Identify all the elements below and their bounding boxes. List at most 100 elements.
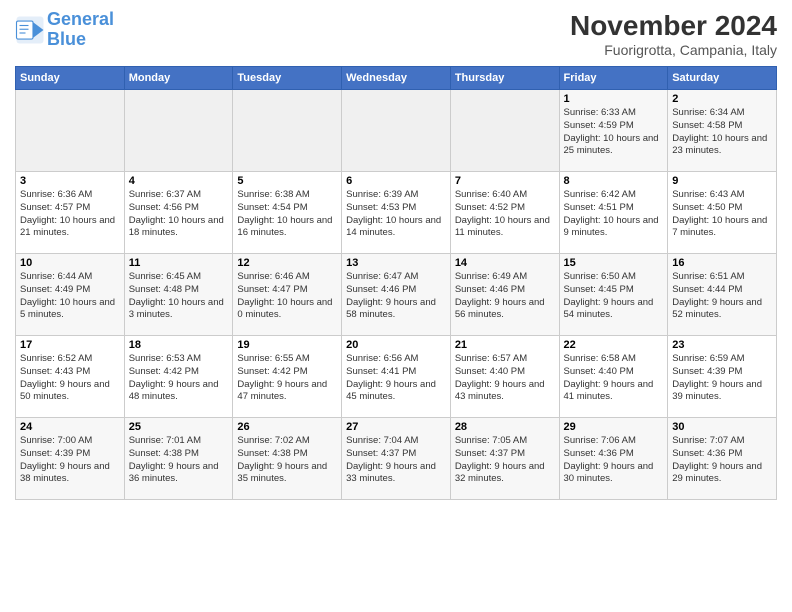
header-wednesday: Wednesday	[342, 67, 451, 90]
day-info: Sunrise: 6:36 AM Sunset: 4:57 PM Dayligh…	[20, 189, 120, 240]
day-number: 8	[564, 175, 664, 187]
day-number: 18	[129, 339, 229, 351]
day-number: 2	[672, 93, 772, 105]
calendar-cell: 13 Sunrise: 6:47 AM Sunset: 4:46 PM Dayli…	[342, 254, 451, 336]
day-number: 20	[346, 339, 446, 351]
calendar-cell	[124, 90, 233, 172]
day-info: Sunrise: 6:58 AM Sunset: 4:40 PM Dayligh…	[564, 353, 664, 404]
day-number: 22	[564, 339, 664, 351]
day-info: Sunrise: 6:50 AM Sunset: 4:45 PM Dayligh…	[564, 271, 664, 322]
calendar-cell: 11Sunrise: 6:45 AM Sunset: 4:48 PM Dayli…	[124, 254, 233, 336]
day-info: Sunrise: 6:38 AM Sunset: 4:54 PM Dayligh…	[237, 189, 337, 240]
calendar-row-1: 1 Sunrise: 6:33 AM Sunset: 4:59 PM Daylig…	[16, 90, 777, 172]
header-thursday: Thursday	[450, 67, 559, 90]
calendar-row-5: 24Sunrise: 7:00 AM Sunset: 4:39 PM Dayli…	[16, 418, 777, 500]
day-info: Sunrise: 6:59 AM Sunset: 4:39 PM Dayligh…	[672, 353, 772, 404]
day-info: Sunrise: 6:34 AM Sunset: 4:58 PM Dayligh…	[672, 107, 772, 158]
day-info: Sunrise: 6:43 AM Sunset: 4:50 PM Dayligh…	[672, 189, 772, 240]
calendar-row-3: 10 Sunrise: 6:44 AM Sunset: 4:49 PM Dayli…	[16, 254, 777, 336]
calendar-cell: 22 Sunrise: 6:58 AM Sunset: 4:40 PM Dayli…	[559, 336, 668, 418]
day-info: Sunrise: 6:46 AM Sunset: 4:47 PM Dayligh…	[237, 271, 337, 322]
calendar-table: Sunday Monday Tuesday Wednesday Thursday…	[15, 66, 777, 500]
calendar-cell: 21 Sunrise: 6:57 AM Sunset: 4:40 PM Dayli…	[450, 336, 559, 418]
header-sunday: Sunday	[16, 67, 125, 90]
day-info: Sunrise: 6:53 AM Sunset: 4:42 PM Dayligh…	[129, 353, 229, 404]
day-number: 14	[455, 257, 555, 269]
calendar-cell	[16, 90, 125, 172]
calendar-cell	[342, 90, 451, 172]
day-number: 4	[129, 175, 229, 187]
main-title: November 2024	[570, 10, 777, 42]
calendar-cell: 10 Sunrise: 6:44 AM Sunset: 4:49 PM Dayli…	[16, 254, 125, 336]
day-info: Sunrise: 6:39 AM Sunset: 4:53 PM Dayligh…	[346, 189, 446, 240]
calendar-cell: 7Sunrise: 6:40 AM Sunset: 4:52 PM Daylig…	[450, 172, 559, 254]
day-info: Sunrise: 7:04 AM Sunset: 4:37 PM Dayligh…	[346, 435, 446, 486]
calendar-cell: 12Sunrise: 6:46 AM Sunset: 4:47 PM Dayli…	[233, 254, 342, 336]
calendar-cell: 23 Sunrise: 6:59 AM Sunset: 4:39 PM Dayli…	[668, 336, 777, 418]
day-info: Sunrise: 6:33 AM Sunset: 4:59 PM Dayligh…	[564, 107, 664, 158]
logo-text: General Blue	[47, 10, 114, 50]
header-friday: Friday	[559, 67, 668, 90]
calendar-cell: 30 Sunrise: 7:07 AM Sunset: 4:36 PM Dayli…	[668, 418, 777, 500]
day-number: 17	[20, 339, 120, 351]
page: General Blue November 2024 Fuorigrotta, …	[0, 0, 792, 612]
day-info: Sunrise: 7:02 AM Sunset: 4:38 PM Dayligh…	[237, 435, 337, 486]
calendar-row-2: 3 Sunrise: 6:36 AM Sunset: 4:57 PM Daylig…	[16, 172, 777, 254]
day-info: Sunrise: 6:57 AM Sunset: 4:40 PM Dayligh…	[455, 353, 555, 404]
day-number: 10	[20, 257, 120, 269]
day-number: 15	[564, 257, 664, 269]
calendar-cell: 25Sunrise: 7:01 AM Sunset: 4:38 PM Dayli…	[124, 418, 233, 500]
calendar-cell: 16 Sunrise: 6:51 AM Sunset: 4:44 PM Dayli…	[668, 254, 777, 336]
day-number: 26	[237, 421, 337, 433]
calendar-cell: 14 Sunrise: 6:49 AM Sunset: 4:46 PM Dayli…	[450, 254, 559, 336]
calendar-cell: 8 Sunrise: 6:42 AM Sunset: 4:51 PM Daylig…	[559, 172, 668, 254]
day-info: Sunrise: 6:51 AM Sunset: 4:44 PM Dayligh…	[672, 271, 772, 322]
logo: General Blue	[15, 10, 114, 50]
title-area: November 2024 Fuorigrotta, Campania, Ita…	[570, 10, 777, 58]
calendar-cell: 29 Sunrise: 7:06 AM Sunset: 4:36 PM Dayli…	[559, 418, 668, 500]
calendar-header-row: Sunday Monday Tuesday Wednesday Thursday…	[16, 67, 777, 90]
calendar-row-4: 17Sunrise: 6:52 AM Sunset: 4:43 PM Dayli…	[16, 336, 777, 418]
day-info: Sunrise: 7:05 AM Sunset: 4:37 PM Dayligh…	[455, 435, 555, 486]
day-number: 3	[20, 175, 120, 187]
day-number: 29	[564, 421, 664, 433]
day-info: Sunrise: 7:00 AM Sunset: 4:39 PM Dayligh…	[20, 435, 120, 486]
calendar-cell: 2 Sunrise: 6:34 AM Sunset: 4:58 PM Daylig…	[668, 90, 777, 172]
calendar-cell: 1 Sunrise: 6:33 AM Sunset: 4:59 PM Daylig…	[559, 90, 668, 172]
calendar-cell: 4 Sunrise: 6:37 AM Sunset: 4:56 PM Daylig…	[124, 172, 233, 254]
calendar-cell: 27Sunrise: 7:04 AM Sunset: 4:37 PM Dayli…	[342, 418, 451, 500]
day-number: 23	[672, 339, 772, 351]
day-number: 9	[672, 175, 772, 187]
calendar-cell: 6Sunrise: 6:39 AM Sunset: 4:53 PM Daylig…	[342, 172, 451, 254]
day-info: Sunrise: 6:44 AM Sunset: 4:49 PM Dayligh…	[20, 271, 120, 322]
day-number: 13	[346, 257, 446, 269]
day-number: 21	[455, 339, 555, 351]
calendar-cell	[233, 90, 342, 172]
calendar-cell	[450, 90, 559, 172]
day-info: Sunrise: 6:37 AM Sunset: 4:56 PM Dayligh…	[129, 189, 229, 240]
calendar-cell: 18 Sunrise: 6:53 AM Sunset: 4:42 PM Dayli…	[124, 336, 233, 418]
day-number: 11	[129, 257, 229, 269]
calendar-cell: 9 Sunrise: 6:43 AM Sunset: 4:50 PM Daylig…	[668, 172, 777, 254]
day-info: Sunrise: 6:47 AM Sunset: 4:46 PM Dayligh…	[346, 271, 446, 322]
calendar-cell: 24Sunrise: 7:00 AM Sunset: 4:39 PM Dayli…	[16, 418, 125, 500]
day-info: Sunrise: 7:07 AM Sunset: 4:36 PM Dayligh…	[672, 435, 772, 486]
day-number: 1	[564, 93, 664, 105]
calendar-cell: 28Sunrise: 7:05 AM Sunset: 4:37 PM Dayli…	[450, 418, 559, 500]
calendar-cell: 15 Sunrise: 6:50 AM Sunset: 4:45 PM Dayli…	[559, 254, 668, 336]
calendar-cell: 19Sunrise: 6:55 AM Sunset: 4:42 PM Dayli…	[233, 336, 342, 418]
calendar-cell: 20Sunrise: 6:56 AM Sunset: 4:41 PM Dayli…	[342, 336, 451, 418]
day-number: 5	[237, 175, 337, 187]
day-info: Sunrise: 6:49 AM Sunset: 4:46 PM Dayligh…	[455, 271, 555, 322]
day-info: Sunrise: 6:42 AM Sunset: 4:51 PM Dayligh…	[564, 189, 664, 240]
day-number: 7	[455, 175, 555, 187]
logo-line1: General	[47, 9, 114, 29]
header-monday: Monday	[124, 67, 233, 90]
day-number: 30	[672, 421, 772, 433]
day-number: 25	[129, 421, 229, 433]
header: General Blue November 2024 Fuorigrotta, …	[15, 10, 777, 58]
day-number: 19	[237, 339, 337, 351]
day-info: Sunrise: 7:06 AM Sunset: 4:36 PM Dayligh…	[564, 435, 664, 486]
day-number: 16	[672, 257, 772, 269]
calendar-cell: 3 Sunrise: 6:36 AM Sunset: 4:57 PM Daylig…	[16, 172, 125, 254]
